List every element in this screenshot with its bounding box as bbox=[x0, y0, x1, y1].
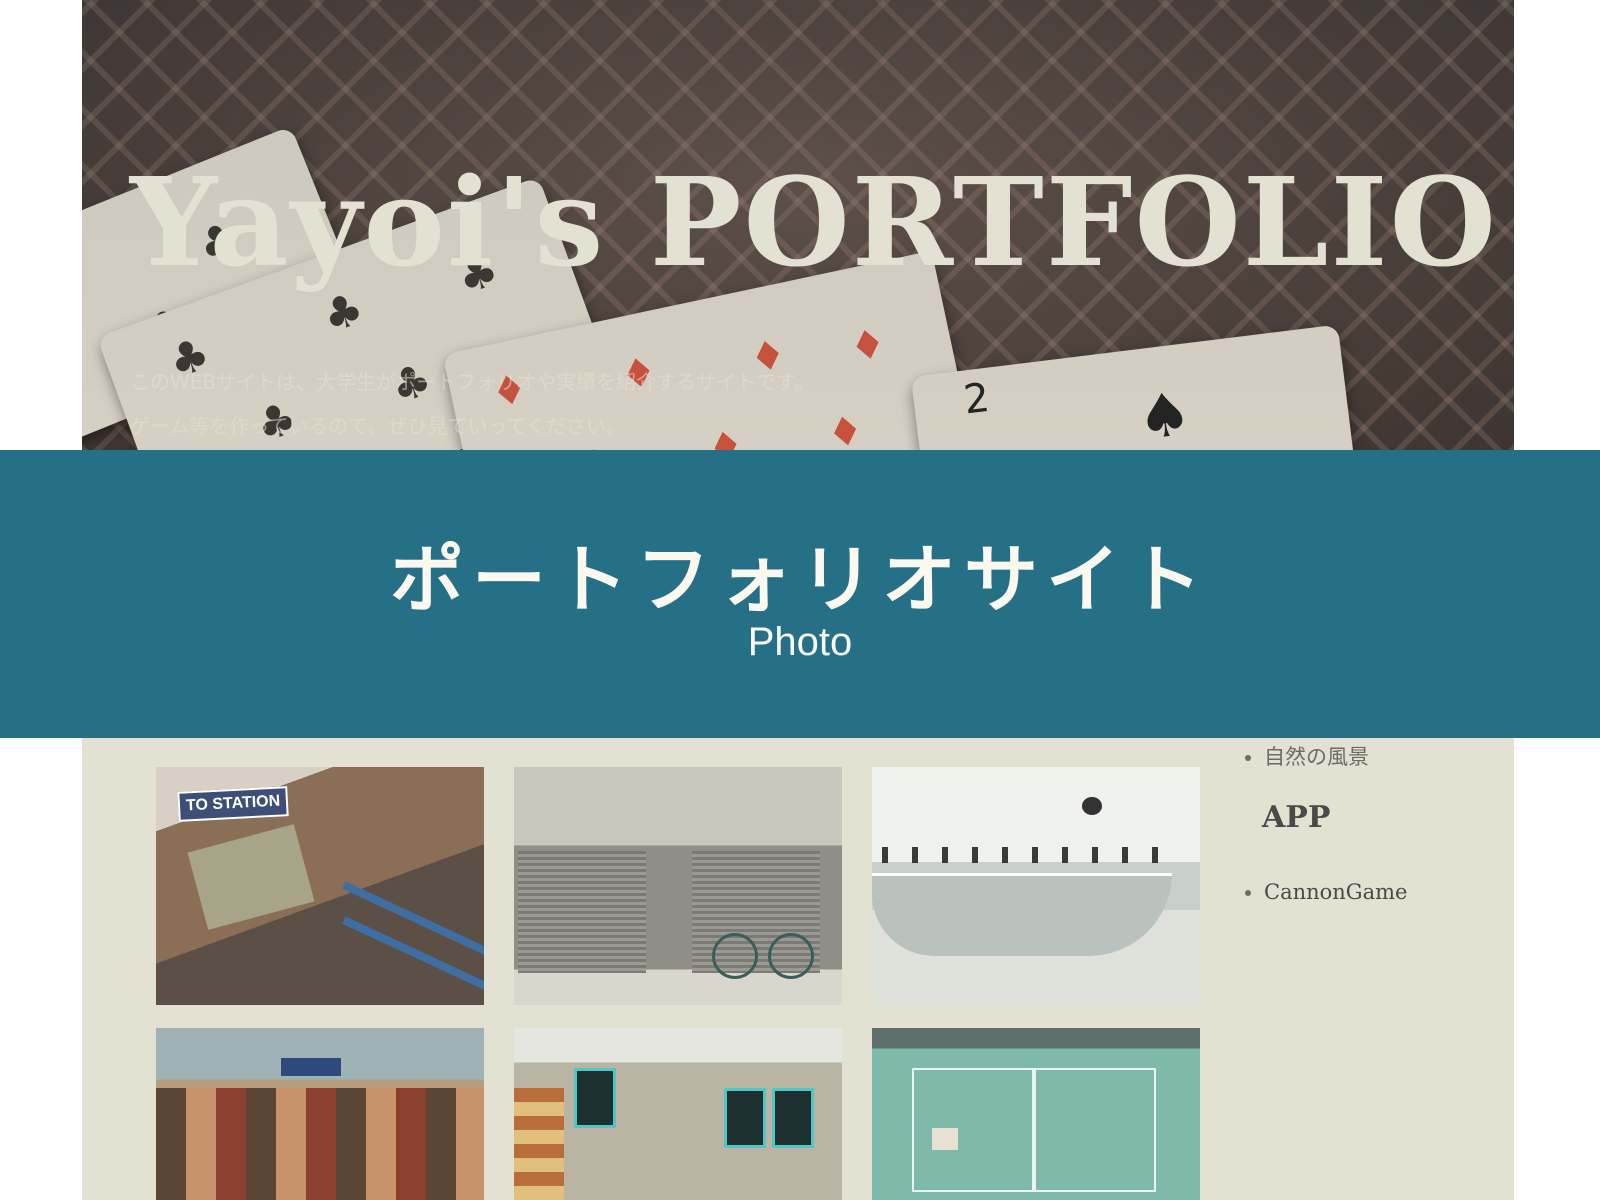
photo-thumbnail[interactable] bbox=[156, 1028, 484, 1200]
site-title: Yayoi's PORTFOLIO bbox=[130, 150, 1498, 294]
photo-thumbnail[interactable] bbox=[514, 767, 842, 1005]
section-banner: ポートフォリオサイト Photo bbox=[0, 450, 1600, 738]
photo-thumbnail[interactable] bbox=[872, 767, 1200, 1005]
sidebar-photo-list: 自然の風景 bbox=[1240, 742, 1369, 772]
site-description: このWEBサイトは、大学生がポートフォリオや実績を紹介するサイトです。 ゲーム等… bbox=[130, 360, 814, 448]
sidebar-link-nature[interactable]: 自然の風景 bbox=[1264, 745, 1369, 769]
sidebar-link-cannongame[interactable]: CannonGame bbox=[1264, 880, 1407, 904]
hero-header: ♣ ♣ ♣ ♣ ♣ ♣ ♣ ♦ ♦ ♦ ♦ ♦ ♦ ♦ ♠ 2 Yayoi's … bbox=[82, 0, 1514, 452]
photo-thumbnail[interactable] bbox=[514, 1028, 842, 1200]
banner-subtitle: Photo bbox=[747, 620, 853, 664]
photo-thumbnail[interactable]: TO STATION bbox=[156, 767, 484, 1005]
site-description-line: ゲーム等を作っているので、ぜひ見ていってください。 bbox=[130, 414, 626, 438]
sidebar-item-nature[interactable]: 自然の風景 bbox=[1264, 742, 1369, 772]
sidebar-app-list: CannonGame bbox=[1240, 877, 1407, 907]
sidebar-item-cannongame[interactable]: CannonGame bbox=[1264, 877, 1407, 907]
photo-thumbnail[interactable] bbox=[872, 1028, 1200, 1200]
sidebar-heading-app: APP bbox=[1262, 800, 1331, 835]
site-description-line: このWEBサイトは、大学生がポートフォリオや実績を紹介するサイトです。 bbox=[130, 370, 815, 394]
banner-title: ポートフォリオサイト bbox=[390, 537, 1210, 623]
station-sign: TO STATION bbox=[177, 786, 289, 822]
